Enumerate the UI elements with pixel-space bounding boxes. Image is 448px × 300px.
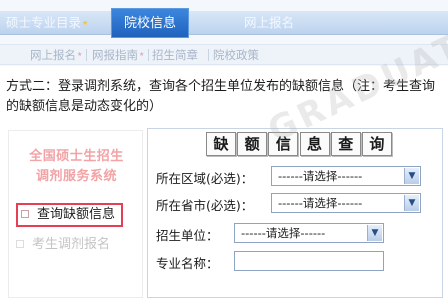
sidebar-title-line2: 调剂服务系统 [35, 169, 117, 184]
star-icon: ★ [139, 51, 145, 58]
subnav-admission-brochure[interactable]: 招生简章 [152, 45, 198, 65]
nav-divider [148, 49, 149, 61]
unit-select[interactable]: ------请选择------ ▼ [234, 223, 384, 243]
subnav-registration-guide[interactable]: 网报指南★ [92, 45, 144, 65]
star-icon: ★ [82, 19, 89, 27]
major-input[interactable] [234, 251, 384, 271]
major-row: 专业名称： [156, 251, 436, 273]
major-label: 专业名称： [156, 256, 219, 271]
form-title-char: 息 [299, 132, 330, 156]
region-label: 所在区域(必选)： [156, 171, 254, 186]
subnav-label: 招生简章 [152, 48, 198, 62]
form-title-char: 询 [361, 132, 392, 156]
sidebar-item-adjustment-registration[interactable]: 考生调剂报名 [16, 235, 110, 255]
unit-row: 招生单位： ------请选择------ ▼ [156, 223, 436, 245]
tab-label: 硕士专业目录 [6, 15, 82, 30]
form-title-char: 查 [330, 132, 361, 156]
form-title: 缺 额 信 息 查 询 [206, 132, 392, 158]
instruction-text: 方式二：登录调剂系统，查询各个招生单位发布的缺额信息（注：考生查询的缺额信息是动… [6, 79, 436, 114]
sidebar-item-label: 查询缺额信息 [37, 207, 116, 222]
sidebar-item-query-vacancy[interactable]: 查询缺额信息 [16, 203, 124, 227]
dropdown-arrow-icon[interactable]: ▼ [404, 195, 419, 211]
subnav-label: 网报指南 [92, 48, 138, 62]
unit-label: 招生单位： [156, 228, 219, 243]
checkbox-icon [21, 209, 29, 218]
subnav-label: 网上报名 [30, 48, 76, 62]
primary-nav-bar: 硕士专业目录★ 院校信息 网上报名 [0, 8, 448, 38]
nav-divider [208, 49, 209, 61]
star-icon: ★ [77, 51, 83, 58]
region-select-value: ------请选择------ [278, 169, 363, 183]
subnav-label: 院校政策 [213, 48, 259, 62]
sidebar-title-line1: 全国硕士生招生 [29, 149, 124, 164]
province-select[interactable]: ------请选择------ ▼ [271, 193, 421, 213]
dropdown-arrow-icon[interactable]: ▼ [404, 168, 419, 184]
secondary-nav-bar: 网上报名★ 网报指南★ 招生简章 院校政策 [0, 44, 448, 65]
subnav-school-policy[interactable]: 院校政策 [213, 45, 259, 65]
province-select-value: ------请选择------ [278, 196, 363, 210]
region-row: 所在区域(必选)： ------请选择------ ▼ [156, 166, 436, 188]
form-title-char: 额 [237, 132, 268, 156]
tab-online-registration[interactable]: 网上报名 [236, 11, 302, 35]
sidebar-item-label: 考生调剂报名 [32, 237, 111, 252]
top-navigation: 硕士专业目录★ 院校信息 网上报名 网上报名★ 网报指南★ 招生简章 院校政策 [0, 0, 448, 66]
dropdown-arrow-icon[interactable]: ▼ [367, 225, 382, 241]
tab-master-catalog[interactable]: 硕士专业目录★ [0, 11, 96, 35]
tab-school-info[interactable]: 院校信息 [111, 8, 190, 38]
form-title-char: 信 [268, 132, 299, 156]
province-label: 所在省市(必选)： [156, 198, 254, 213]
vacancy-query-form: 缺 额 信 息 查 询 所在区域(必选)： ------请选择------ ▼ … [147, 128, 443, 298]
adjustment-service-sidebar: 全国硕士生招生 调剂服务系统 查询缺额信息 考生调剂报名 [8, 130, 143, 298]
form-title-char: 缺 [206, 132, 236, 156]
subnav-online-registration[interactable]: 网上报名★ [30, 45, 82, 65]
tab-label: 网上报名 [244, 15, 295, 30]
unit-select-value: ------请选择------ [241, 226, 326, 240]
tab-label: 院校信息 [124, 16, 177, 31]
province-row: 所在省市(必选)： ------请选择------ ▼ [156, 193, 436, 215]
region-select[interactable]: ------请选择------ ▼ [271, 166, 421, 186]
nav-divider [86, 49, 87, 61]
checkbox-icon [16, 239, 24, 248]
